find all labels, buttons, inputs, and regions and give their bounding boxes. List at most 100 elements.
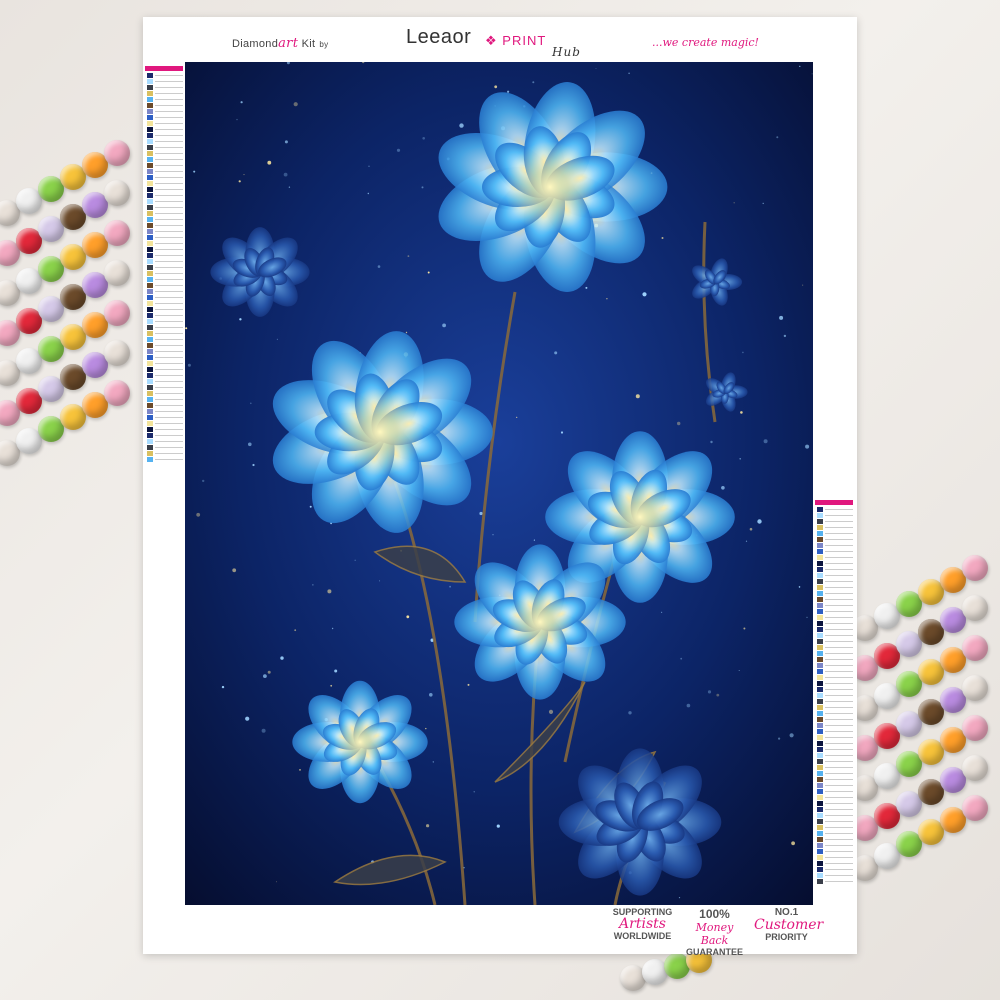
legend-line	[825, 550, 853, 552]
legend-line	[825, 868, 853, 870]
legend-swatch	[147, 282, 153, 288]
sparkle	[248, 442, 252, 447]
legend-swatch	[147, 420, 153, 426]
flower-glow	[336, 388, 424, 476]
sparkle	[585, 286, 588, 289]
legend-line	[155, 368, 183, 370]
legend-swatch	[817, 854, 823, 860]
legend-line	[155, 116, 183, 118]
legend-swatch	[817, 524, 823, 530]
legend-swatch	[147, 102, 153, 108]
legend-line	[155, 428, 183, 430]
legend-swatch	[817, 662, 823, 668]
legend-swatch	[147, 318, 153, 324]
bead	[962, 595, 988, 621]
legend-line	[825, 694, 853, 696]
sparkle	[221, 685, 225, 689]
legend-swatch	[817, 626, 823, 632]
legend-swatch	[147, 246, 153, 252]
legend-line	[825, 610, 853, 612]
bead	[962, 795, 988, 821]
legend-line	[825, 856, 853, 858]
legend-swatch	[147, 306, 153, 312]
sparkle	[261, 728, 266, 733]
legend-swatch	[147, 450, 153, 456]
legend-line	[155, 176, 183, 178]
legend-line	[825, 658, 853, 660]
legend-line	[825, 604, 853, 606]
legend-swatch	[147, 174, 153, 180]
legend-swatch	[817, 872, 823, 878]
legend-line	[155, 332, 183, 334]
sparkle	[677, 421, 681, 426]
legend-line	[825, 802, 853, 804]
legend-swatch	[817, 734, 823, 740]
sparkle	[533, 539, 535, 541]
legend-swatch	[817, 788, 823, 794]
legend-line	[155, 266, 183, 268]
legend-line	[155, 104, 183, 106]
legend-swatch	[817, 512, 823, 518]
legend-line	[825, 532, 853, 534]
sparkle	[738, 670, 740, 671]
brand-hub: Hub	[552, 45, 581, 59]
sparkle	[811, 73, 813, 75]
legend-swatch	[147, 366, 153, 372]
legend-swatch	[147, 312, 153, 318]
legend-line	[155, 80, 183, 82]
legend-line	[155, 236, 183, 238]
brand-kit: Kit	[301, 38, 316, 50]
sparkle	[425, 727, 427, 730]
sparkle	[479, 511, 483, 516]
brand-name: Leeaor	[406, 26, 472, 48]
sparkle	[532, 81, 535, 84]
sparkle	[354, 559, 356, 561]
bead	[104, 380, 130, 406]
legend-line	[155, 446, 183, 448]
legend-swatch	[147, 198, 153, 204]
legend-swatch	[147, 402, 153, 408]
legend-swatch	[147, 216, 153, 222]
legend-swatch	[817, 704, 823, 710]
legend-line	[155, 386, 183, 388]
sparkle	[421, 186, 424, 189]
legend-swatch	[817, 536, 823, 542]
legend-swatch	[817, 830, 823, 836]
legend-line	[155, 152, 183, 154]
legend-line	[825, 748, 853, 750]
legend-swatch	[147, 270, 153, 276]
legend-swatch	[817, 578, 823, 584]
legend-line	[825, 718, 853, 720]
sparkle	[236, 118, 238, 121]
legend-swatch	[147, 438, 153, 444]
sparkle	[740, 411, 743, 414]
legend-swatch	[147, 138, 153, 144]
legend-line	[825, 730, 853, 732]
legend-line	[825, 844, 853, 846]
sparkle	[739, 458, 741, 460]
legend-swatch	[817, 632, 823, 638]
legend-line	[155, 356, 183, 358]
legend-swatch	[817, 812, 823, 818]
legend-swatch	[817, 638, 823, 644]
legend-line	[825, 838, 853, 840]
legend-swatch	[147, 168, 153, 174]
legend-line	[155, 194, 183, 196]
legend-line	[155, 224, 183, 226]
legend-swatch	[147, 354, 153, 360]
legend-line	[825, 700, 853, 702]
legend-swatch	[147, 132, 153, 138]
legend-swatch	[817, 560, 823, 566]
sparkle	[367, 192, 369, 195]
legend-swatch	[817, 758, 823, 764]
sparkle	[263, 674, 267, 678]
legend-line	[825, 832, 853, 834]
sparkle	[805, 444, 810, 449]
legend-line	[155, 140, 183, 142]
sparkle	[635, 394, 640, 399]
legend-line	[825, 544, 853, 546]
legend-line	[825, 874, 853, 876]
legend-line	[155, 230, 183, 232]
legend-swatch	[147, 372, 153, 378]
legend-line	[825, 514, 853, 516]
